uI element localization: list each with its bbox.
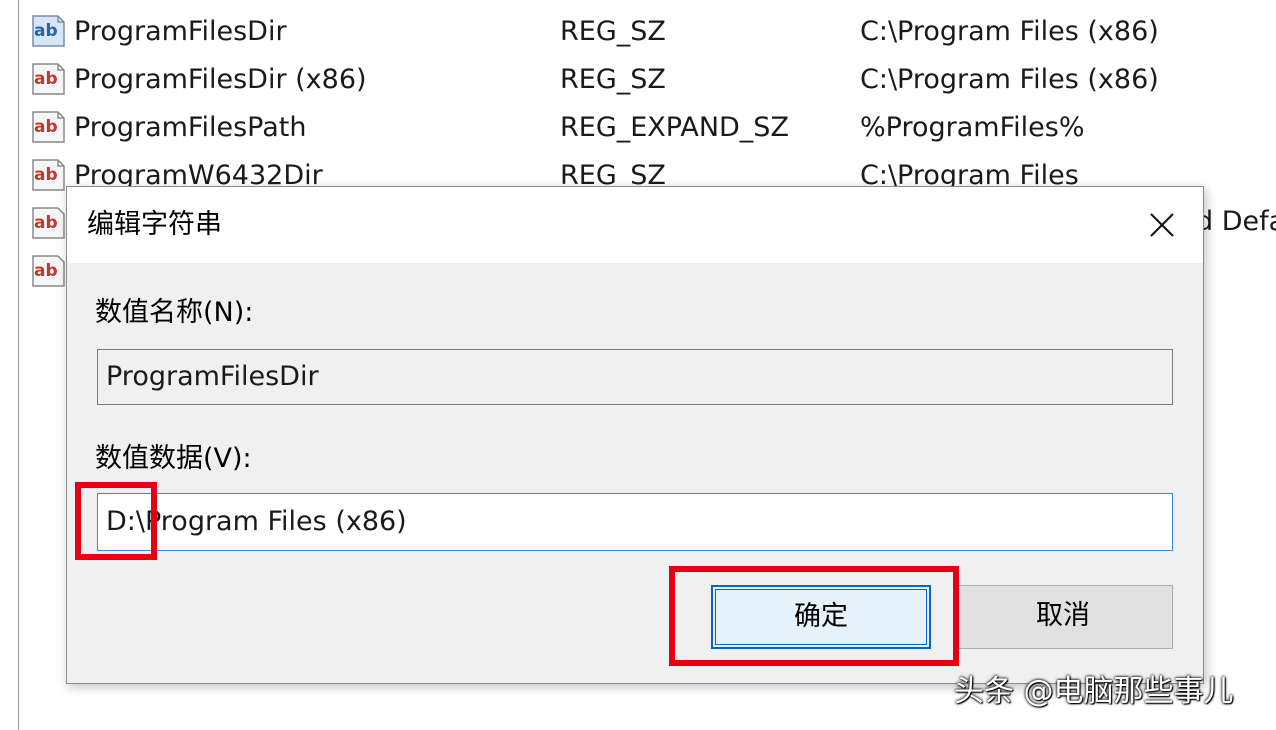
cancel-button[interactable]: 取消	[953, 585, 1173, 649]
registry-row-data-clipped: d Defa	[1196, 206, 1276, 237]
string-value-icon: ab	[32, 159, 65, 191]
annotation-highlight-drive-letter	[75, 482, 157, 560]
screenshot-stage: ab ProgramFilesDir REG_SZ C:\Program Fil…	[0, 0, 1276, 730]
svg-text:ab: ab	[34, 213, 58, 233]
string-value-icon: ab	[32, 207, 65, 239]
svg-text:ab: ab	[34, 261, 58, 281]
registry-row-data: %ProgramFiles%	[860, 112, 1085, 143]
registry-row-data: C:\Program Files (x86)	[860, 16, 1159, 47]
registry-row-name: ProgramFilesDir (x86)	[74, 64, 367, 95]
svg-text:ab: ab	[34, 165, 58, 185]
registry-row-type: REG_SZ	[560, 64, 666, 95]
dialog-title: 编辑字符串	[87, 209, 222, 240]
value-name-label: 数值名称(N):	[95, 297, 254, 328]
annotation-highlight-ok-button	[669, 566, 959, 666]
value-data-label: 数值数据(V):	[95, 443, 252, 474]
value-name-field[interactable]: ProgramFilesDir	[97, 349, 1173, 405]
registry-row[interactable]: ab ProgramFilesDir REG_SZ C:\Program Fil…	[30, 12, 1270, 52]
registry-row[interactable]: ab ProgramFilesPath REG_EXPAND_SZ %Progr…	[30, 108, 1270, 148]
registry-row-name: ProgramFilesPath	[74, 112, 307, 143]
edit-string-dialog: 编辑字符串 数值名称(N): ProgramFilesDir 数值数据(V): …	[66, 186, 1204, 684]
close-icon[interactable]	[1139, 203, 1185, 247]
svg-text:ab: ab	[34, 117, 58, 137]
svg-text:ab: ab	[34, 21, 58, 41]
string-value-icon: ab	[32, 255, 65, 287]
cancel-button-label: 取消	[1036, 600, 1090, 631]
value-name-text: ProgramFilesDir	[106, 361, 319, 392]
registry-row[interactable]: ab ProgramFilesDir (x86) REG_SZ C:\Progr…	[30, 60, 1270, 100]
svg-text:ab: ab	[34, 69, 58, 89]
value-data-input[interactable]: D:\Program Files (x86)	[97, 493, 1173, 551]
string-value-icon: ab	[32, 111, 65, 143]
watermark: 头条 @电脑那些事儿	[954, 674, 1234, 709]
dialog-titlebar[interactable]: 编辑字符串	[67, 187, 1203, 263]
registry-row-name: ProgramFilesDir	[74, 16, 287, 47]
string-value-icon: ab	[32, 63, 65, 95]
string-value-icon: ab	[32, 15, 65, 47]
registry-row-data: C:\Program Files (x86)	[860, 64, 1159, 95]
registry-row-type: REG_SZ	[560, 16, 666, 47]
registry-row-type: REG_EXPAND_SZ	[560, 112, 789, 143]
